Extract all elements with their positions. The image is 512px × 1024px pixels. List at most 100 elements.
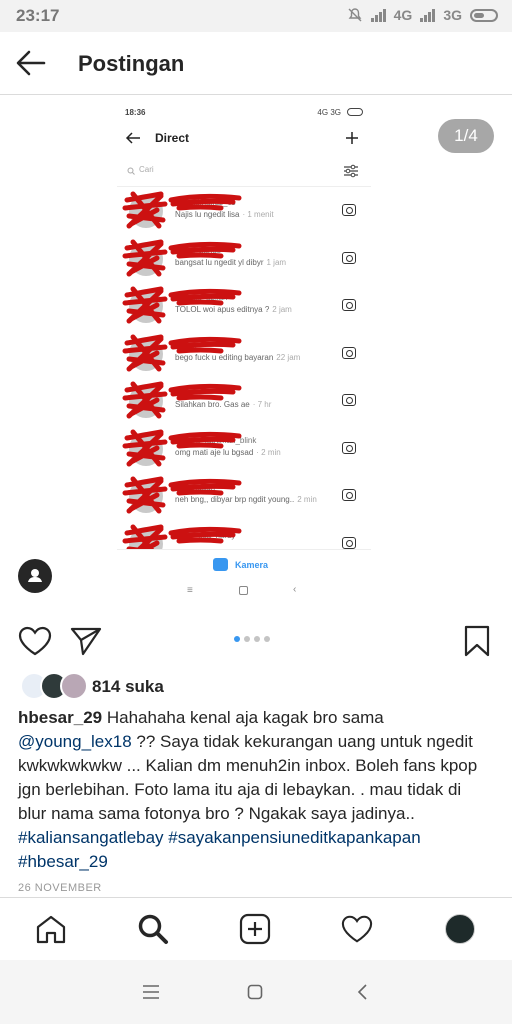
- post-date: 26 NOVEMBER: [18, 882, 102, 894]
- home-icon: [36, 915, 66, 944]
- inner-search-icon: [127, 167, 135, 175]
- nav-add[interactable]: [225, 898, 285, 960]
- inner-filter-icon: [344, 164, 358, 178]
- caption: hbesar_29 Hahahaha kenal aja kagak bro s…: [18, 706, 488, 874]
- back-arrow-icon[interactable]: [14, 48, 48, 78]
- avatar: [129, 479, 163, 513]
- carousel-dot: [264, 636, 270, 642]
- camera-icon: [342, 394, 356, 406]
- search-icon: [138, 914, 168, 944]
- avatar: [129, 194, 163, 228]
- carousel-dot: [254, 636, 260, 642]
- avatar: [129, 241, 163, 276]
- dm-thread-row: hikma bego fuck u editing bayaran 22 jam: [117, 331, 371, 378]
- profile-icon: [445, 914, 475, 944]
- dm-thread-message: bego fuck u editing bayaran: [175, 352, 274, 362]
- inner-camera-label: Kamera: [235, 560, 269, 570]
- inner-status-network: 4G 3G: [317, 108, 341, 117]
- inner-search-placeholder: Cari: [139, 165, 154, 174]
- dm-thread-row: ahmad.hafidz_cs Najis lu ngedit lisa · 1 m…: [117, 188, 371, 235]
- inner-screenshot: 18:36 4G 3G Direct Cari ahmad.hafidz_cs N…: [117, 104, 371, 601]
- dm-thread-name: tsaniya_fathimah_blink: [175, 435, 257, 445]
- caption-hashtag[interactable]: #hbesar_29: [18, 852, 108, 871]
- avatar: [60, 672, 88, 700]
- home-nav-icon[interactable]: [247, 984, 263, 1000]
- dm-thread-time: · 7 hr: [252, 400, 272, 409]
- network-type: 3G: [443, 7, 462, 23]
- dm-thread-message: neh bng,, dibyar brp ngdit young..: [175, 495, 295, 504]
- signal-icon: [370, 8, 386, 22]
- system-nav: [0, 960, 512, 1024]
- inner-back-icon: [125, 132, 140, 144]
- dm-thread-message: Silahkan bro. Gas ae: [175, 400, 250, 409]
- header: Postingan: [0, 32, 512, 95]
- dm-thread-name: raniaaa_abilah: [175, 293, 228, 302]
- inner-sysnav: ≡ ‹: [117, 582, 371, 601]
- dm-thread-row: rio_anggunneh bng,, dibyar brp ngdit you…: [117, 473, 371, 520]
- carousel-dots: [234, 636, 270, 642]
- mute-icon: [348, 8, 362, 22]
- dm-thread-row: raniaaa_abilah TOLOL woi apus editnya ? 2 …: [117, 283, 371, 330]
- camera-icon: [342, 536, 356, 549]
- battery-icon: [470, 8, 498, 22]
- back-nav-icon[interactable]: [356, 983, 368, 1001]
- nav-home[interactable]: [21, 898, 81, 960]
- add-icon: [239, 913, 271, 945]
- likes-count[interactable]: 814 suka: [92, 677, 164, 697]
- camera-icon: [342, 299, 356, 311]
- nav-search[interactable]: [123, 898, 183, 960]
- dm-thread-time: 22 jam: [276, 352, 301, 362]
- avatar: [129, 336, 163, 371]
- dm-thread-name: ahmad.hafidz_cs: [175, 198, 236, 207]
- carousel-dot: [244, 636, 250, 642]
- dm-thread-time: 2 jam: [272, 305, 292, 314]
- inner-home-icon: [239, 586, 248, 595]
- menu-icon[interactable]: [142, 984, 160, 1000]
- share-icon[interactable]: [70, 626, 102, 656]
- dm-thread-row: fatiaa_bangs bangsat lu ngedit yl dibyr 1 …: [117, 236, 371, 283]
- dm-thread-name: fatiaa_bangs: [175, 245, 221, 255]
- inner-back-nav-icon: ‹: [293, 584, 297, 595]
- nav-activity[interactable]: [327, 898, 387, 960]
- page-title: Postingan: [78, 51, 185, 76]
- dm-thread-row: tsaniya_fathimah_blinkomg mati aje lu bg…: [117, 426, 371, 473]
- camera-icon: [342, 489, 356, 501]
- caption-hashtag[interactable]: #sayakanpensiuneditkapankapan: [168, 828, 420, 847]
- camera-icon: [342, 204, 356, 216]
- camera-icon: [342, 346, 356, 359]
- user-tag-icon[interactable]: [18, 559, 52, 593]
- dm-thread-message: TOLOL woi apus editnya ?: [175, 305, 270, 314]
- dm-thread-time: · 1 menit: [242, 210, 274, 219]
- caption-hashtag[interactable]: #kaliansangatlebay: [18, 828, 164, 847]
- avatar: [129, 431, 163, 466]
- inner-menu-icon: ≡: [187, 585, 193, 596]
- activity-icon: [341, 915, 373, 943]
- network-type: 4G: [393, 7, 413, 23]
- dm-thread-message: Najis lu ngedit lisa: [175, 210, 240, 219]
- avatar: [129, 384, 163, 418]
- caption-mention[interactable]: @young_lex18: [18, 732, 132, 751]
- dm-thread-time: 2 min: [297, 495, 317, 504]
- dm-thread-name: cindy_eca_hardy: [175, 530, 236, 540]
- dm-thread-name: hikma: [175, 340, 197, 350]
- camera-icon: [342, 251, 356, 264]
- nav-profile[interactable]: [430, 898, 490, 960]
- dm-thread-message: omg mati aje lu bgsad: [175, 447, 254, 457]
- image-counter: 1/4: [438, 119, 494, 153]
- status-time: 23:17: [16, 6, 60, 25]
- avatar: [129, 289, 163, 323]
- caption-username[interactable]: hbesar_29: [18, 708, 102, 727]
- dm-thread-time: 1 jam: [266, 257, 287, 267]
- inner-battery-icon: [347, 108, 363, 116]
- heart-icon[interactable]: [18, 626, 52, 656]
- signal-icon: [420, 8, 436, 22]
- inner-camera-icon: [213, 558, 228, 571]
- dm-thread-time: · 2 min: [256, 447, 281, 457]
- inner-title: Direct: [155, 131, 190, 145]
- inner-plus-icon: [346, 132, 358, 144]
- action-row: [0, 612, 512, 672]
- bottom-nav: [0, 897, 512, 960]
- status-bar: 23:17 4G 3G: [0, 0, 512, 32]
- bookmark-icon[interactable]: [464, 625, 490, 657]
- dm-thread-name: rio_anggun: [175, 483, 216, 492]
